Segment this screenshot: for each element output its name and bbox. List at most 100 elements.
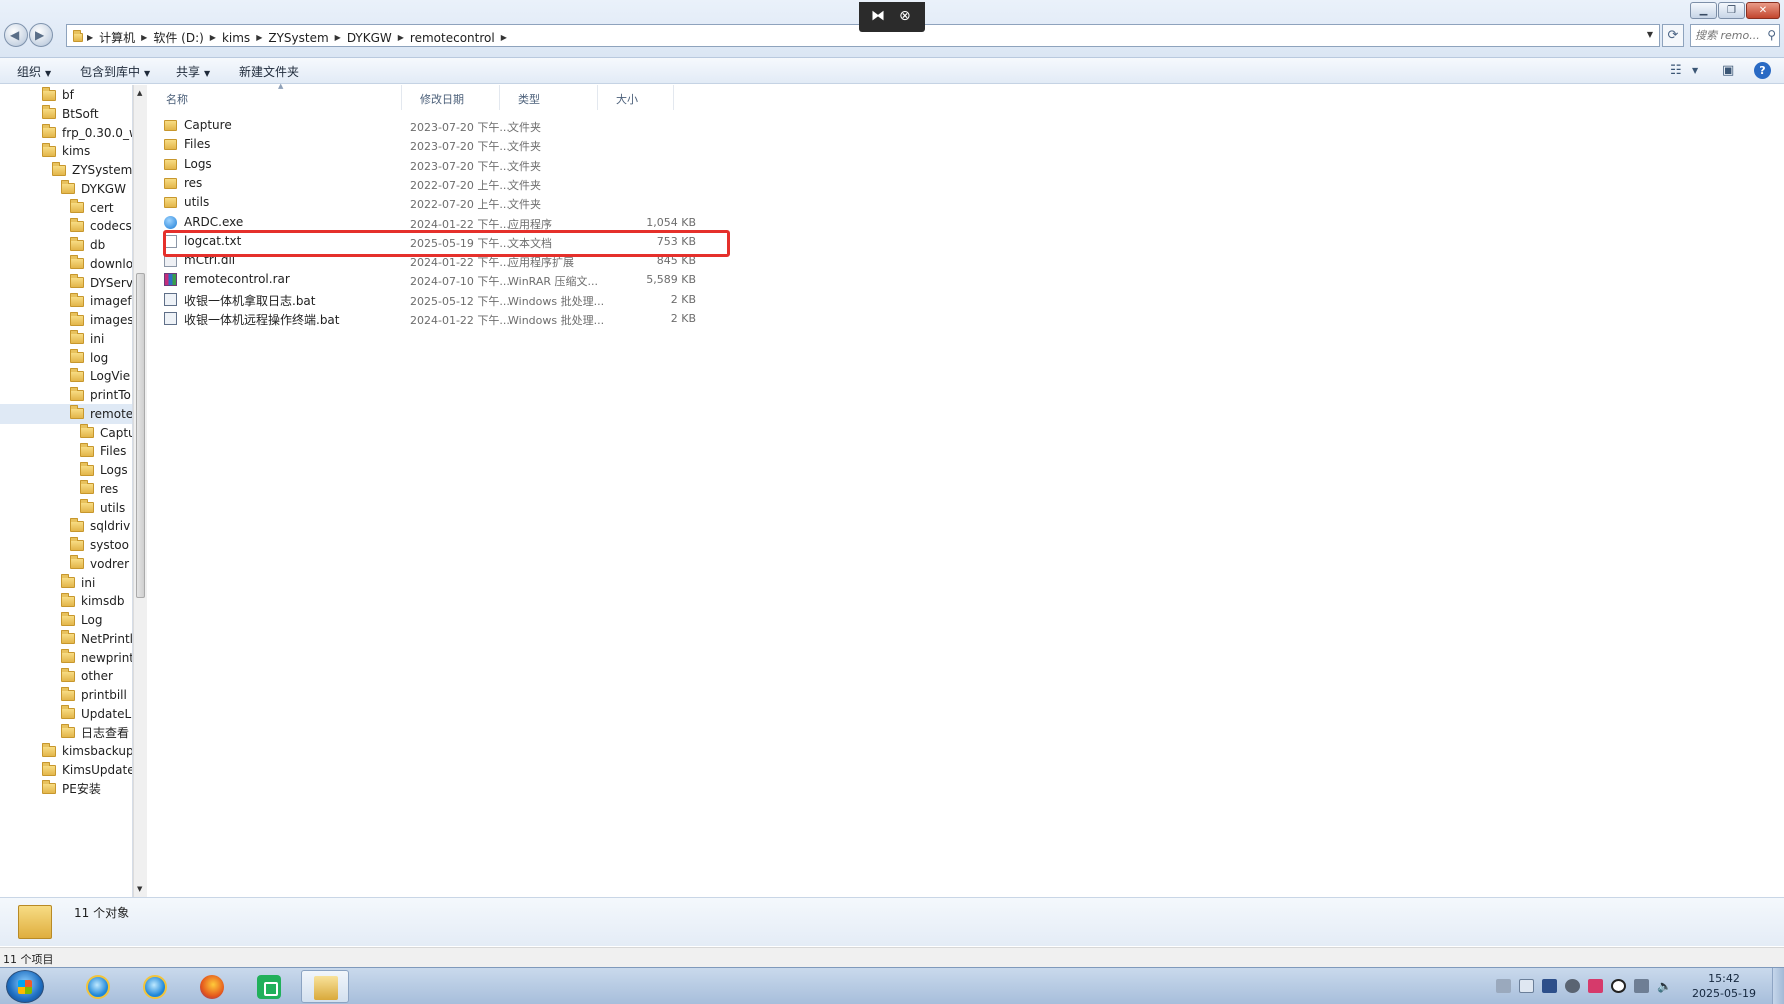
minimize-button[interactable]: ▁ [1690, 2, 1717, 19]
tree-item[interactable]: kimsbackup [42, 741, 132, 761]
taskbar-ie-2[interactable] [131, 970, 179, 1003]
tree-item[interactable]: log [70, 348, 108, 368]
tree-item[interactable]: remote [0, 403, 132, 424]
clock[interactable]: 15:42 2025-05-19 [1680, 971, 1768, 1001]
pin-icon[interactable]: ⧓ [871, 8, 885, 24]
search-input[interactable] [1695, 27, 1761, 44]
taskbar-ie[interactable] [74, 970, 122, 1003]
view-options-icon[interactable]: ☷ [1670, 63, 1682, 78]
file-row[interactable]: Files 2023-07-20 下午... 文件夹 [160, 135, 696, 154]
column-header-size[interactable]: 大小 [598, 85, 674, 110]
start-button[interactable] [6, 970, 44, 1003]
tree-item[interactable]: db [70, 235, 105, 255]
tree-item[interactable]: ZYSystem [52, 160, 132, 180]
tree-item[interactable]: ini [70, 329, 104, 349]
tree-item[interactable]: Files [80, 441, 126, 461]
preview-pane-icon[interactable]: ▣ [1722, 63, 1734, 78]
organize-button[interactable]: 组织 ▼ [17, 63, 51, 80]
show-desktop-button[interactable] [1772, 968, 1784, 1004]
tree-item[interactable]: Logs [80, 460, 128, 480]
tree-item[interactable]: res [80, 479, 118, 499]
tree-item[interactable]: vodrer [70, 554, 129, 574]
file-row[interactable]: ARDC.exe 2024-01-22 下午... 应用程序 1,054 KB [160, 213, 696, 232]
scroll-up-icon[interactable]: ▲ [137, 89, 142, 97]
file-row[interactable]: Capture 2023-07-20 下午... 文件夹 [160, 116, 696, 135]
file-row[interactable]: utils 2022-07-20 上午... 文件夹 [160, 193, 696, 212]
file-row[interactable]: mCtrl.dll 2024-01-22 下午... 应用程序扩展 845 KB [160, 251, 696, 270]
tree-item[interactable]: BtSoft [42, 104, 99, 124]
tree-item[interactable]: UpdateL [61, 704, 131, 724]
breadcrumb-item[interactable]: remotecontrol [404, 31, 501, 45]
user-icon[interactable] [1565, 979, 1580, 993]
refresh-button[interactable]: ⟳ [1662, 24, 1684, 47]
tree-item[interactable]: NetPrintl [61, 629, 132, 649]
tree-item[interactable]: bf [42, 85, 74, 105]
breadcrumb-item[interactable]: kims [216, 31, 256, 45]
include-in-library-button[interactable]: 包含到库中 ▼ [80, 63, 150, 80]
file-row[interactable]: Logs 2023-07-20 下午... 文件夹 [160, 155, 696, 174]
close-circle-icon[interactable]: ⊗ [899, 8, 911, 24]
tree-item[interactable]: ini [61, 573, 95, 593]
tree-item[interactable]: printbill [61, 685, 127, 705]
tree-item[interactable]: systoo [70, 535, 129, 555]
maximize-button[interactable]: ❐ [1718, 2, 1745, 19]
tree-item[interactable]: imagef [70, 291, 132, 311]
file-row[interactable]: 收银一体机远程操作终端.bat 2024-01-22 下午... Windows 批… [160, 309, 696, 328]
breadcrumb-item[interactable]: 计算机 [93, 29, 141, 46]
tree-item[interactable]: PE安装 [42, 779, 101, 799]
tree-item[interactable]: codecs [70, 216, 132, 236]
tree-item[interactable]: Log [61, 610, 102, 630]
tree-item[interactable]: printTo [70, 385, 131, 405]
chevron-right-icon[interactable]: ▶ [501, 33, 507, 42]
tree-item[interactable]: frp_0.30.0_w [42, 123, 132, 143]
tray-app-icon[interactable] [1542, 979, 1557, 993]
chevron-down-icon[interactable]: ▼ [1647, 30, 1653, 39]
file-row[interactable]: remotecontrol.rar 2024-07-10 下午... WinRAR … [160, 270, 696, 289]
breadcrumb-item[interactable]: 软件 (D:) [147, 29, 209, 46]
taskbar-firefox[interactable] [188, 970, 236, 1003]
taskbar-explorer[interactable] [301, 970, 349, 1003]
tree-item[interactable]: LogVie [70, 366, 130, 386]
new-folder-button[interactable]: 新建文件夹 [239, 63, 299, 80]
column-header-type[interactable]: 类型 [500, 85, 598, 110]
tree-item[interactable]: utils [80, 498, 125, 518]
volume-icon[interactable]: 🔈 [1657, 979, 1672, 993]
tree-item[interactable]: sqldriv [70, 516, 130, 536]
tree-item[interactable]: Captu [80, 423, 132, 443]
breadcrumb-item[interactable]: DYKGW [341, 31, 398, 45]
breadcrumb-item[interactable]: ZYSystem [262, 31, 334, 45]
tree-item[interactable]: other [61, 666, 113, 686]
share-button[interactable]: 共享 ▼ [176, 63, 210, 80]
keyboard-icon[interactable] [1496, 979, 1511, 993]
file-row[interactable]: logcat.txt 2025-05-19 下午... 文本文档 753 KB [160, 232, 696, 251]
search-icon[interactable]: ⚲ [1767, 28, 1776, 42]
back-button[interactable]: ◀ [4, 23, 28, 47]
chevron-down-icon[interactable]: ▼ [1692, 66, 1698, 75]
security-icon[interactable] [1611, 979, 1626, 993]
tree-item[interactable]: DYServ [70, 273, 132, 293]
close-window-button[interactable]: ✕ [1746, 2, 1780, 19]
window-icon[interactable] [1519, 979, 1534, 993]
tree-item[interactable]: newprint [61, 648, 132, 668]
tree-item[interactable]: KimsUpdate [42, 760, 132, 780]
network-icon[interactable] [1634, 979, 1649, 993]
taskbar-green-app[interactable] [245, 970, 293, 1003]
column-header-modified[interactable]: 修改日期 [402, 85, 500, 110]
help-icon[interactable]: ? [1754, 62, 1771, 79]
tree-item[interactable]: images [70, 310, 132, 330]
tree-item[interactable]: 日志查看 [61, 723, 129, 743]
nav-scrollbar[interactable]: ▲ ▼ [133, 85, 147, 897]
scroll-thumb[interactable] [136, 273, 145, 598]
tray-red-icon[interactable] [1588, 979, 1603, 993]
column-header-name[interactable]: 名称 ▲ [148, 82, 402, 110]
file-row[interactable]: res 2022-07-20 上午... 文件夹 [160, 174, 696, 193]
tree-item[interactable]: kims [42, 141, 90, 161]
tree-item[interactable]: DYKGW [61, 179, 126, 199]
tree-item[interactable]: downlo [70, 254, 132, 274]
tree-item[interactable]: cert [70, 198, 114, 218]
forward-button[interactable]: ▶ [29, 23, 53, 47]
file-row[interactable]: 收银一体机拿取日志.bat 2025-05-12 下午... Windows 批处理… [160, 290, 696, 309]
search-box[interactable]: ⚲ [1690, 24, 1780, 47]
tree-item[interactable]: kimsdb [61, 591, 124, 611]
scroll-down-icon[interactable]: ▼ [137, 885, 142, 893]
